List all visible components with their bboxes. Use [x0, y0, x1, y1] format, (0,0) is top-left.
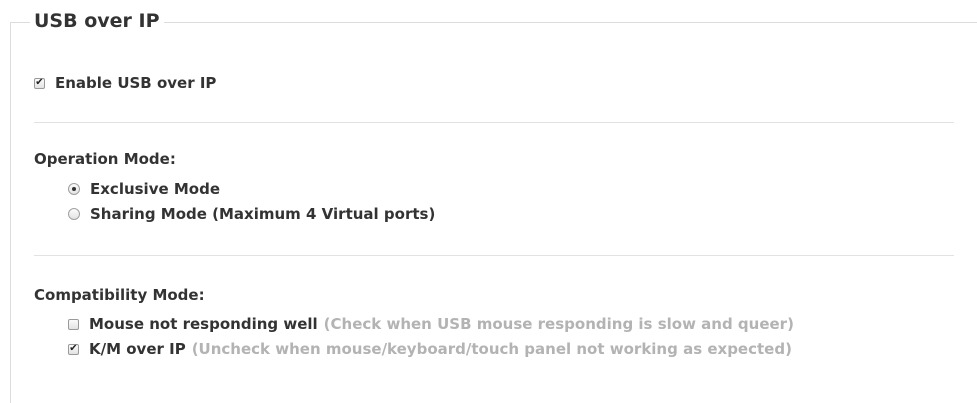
sharing-mode-option[interactable]: Sharing Mode (Maximum 4 Virtual ports)	[68, 205, 435, 223]
operation-mode-label: Operation Mode:	[34, 150, 176, 168]
sharing-mode-label: Sharing Mode (Maximum 4 Virtual ports)	[90, 205, 436, 223]
divider	[34, 122, 954, 123]
mouse-not-responding-checkbox[interactable]	[68, 318, 79, 330]
km-over-ip-label: K/M over IP	[89, 340, 186, 358]
km-over-ip-option[interactable]: ✔ K/M over IP (Uncheck when mouse/keyboa…	[68, 340, 792, 358]
enable-usb-over-ip-label: Enable USB over IP	[55, 74, 217, 92]
exclusive-mode-option[interactable]: Exclusive Mode	[68, 180, 220, 198]
mouse-not-responding-option[interactable]: Mouse not responding well (Check when US…	[68, 315, 794, 333]
km-over-ip-hint: (Uncheck when mouse/keyboard/touch panel…	[191, 340, 792, 358]
sharing-mode-radio[interactable]	[68, 208, 80, 220]
exclusive-mode-radio[interactable]	[68, 183, 80, 195]
check-icon: ✔	[35, 77, 44, 88]
enable-usb-over-ip-row[interactable]: ✔ Enable USB over IP	[34, 74, 216, 92]
enable-usb-over-ip-checkbox[interactable]: ✔	[34, 77, 45, 89]
km-over-ip-checkbox[interactable]: ✔	[68, 343, 79, 355]
radio-selected-dot	[72, 187, 76, 191]
fieldset-legend: USB over IP	[30, 10, 164, 32]
mouse-not-responding-label: Mouse not responding well	[89, 315, 318, 333]
divider	[34, 255, 954, 256]
check-icon: ✔	[69, 343, 78, 354]
compatibility-mode-label: Compatibility Mode:	[34, 286, 205, 304]
exclusive-mode-label: Exclusive Mode	[90, 180, 221, 198]
mouse-not-responding-hint: (Check when USB mouse responding is slow…	[323, 315, 794, 333]
